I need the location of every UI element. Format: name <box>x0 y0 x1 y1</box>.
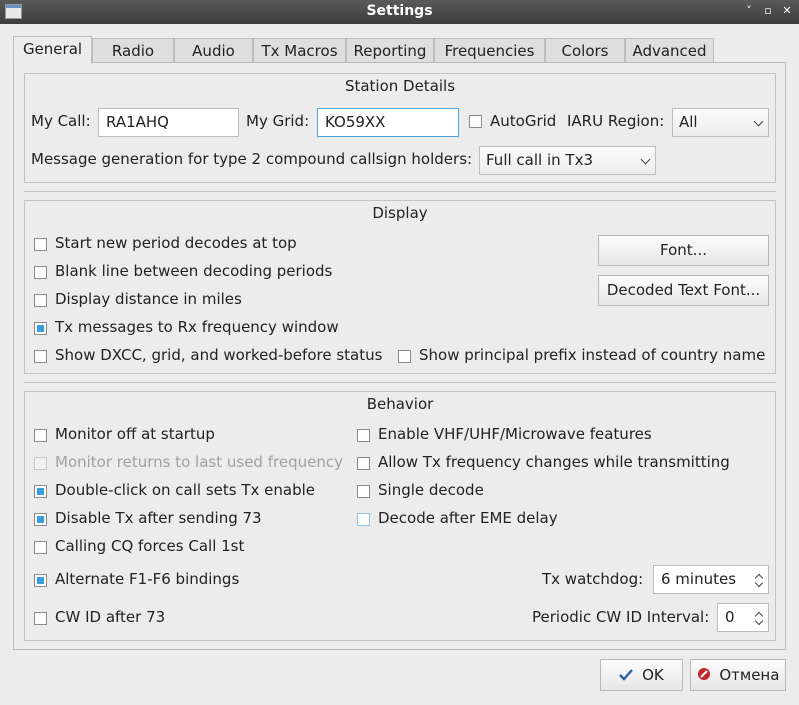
my-grid-input[interactable]: KO59XX <box>317 108 459 137</box>
allow-tx-freq-label: Allow Tx frequency changes while transmi… <box>378 453 730 471</box>
start-new-period-checkbox[interactable] <box>34 238 47 251</box>
general-panel: Station Details My Call: RA1AHQ My Grid:… <box>13 62 786 650</box>
decoded-text-font-button[interactable]: Decoded Text Font... <box>598 275 769 306</box>
ok-button[interactable]: OK <box>600 659 683 691</box>
cw-id-73-checkbox[interactable] <box>34 612 47 625</box>
tx-messages-rx-checkbox[interactable] <box>34 322 47 335</box>
check-icon <box>619 661 634 691</box>
tab-colors[interactable]: Colors <box>545 38 625 63</box>
cancel-icon <box>697 661 711 691</box>
chevron-down-icon[interactable] <box>754 578 764 588</box>
allow-tx-freq-checkbox[interactable] <box>357 457 370 470</box>
tab-audio[interactable]: Audio <box>174 38 253 63</box>
station-details-group: Station Details My Call: RA1AHQ My Grid:… <box>24 73 776 183</box>
close-button[interactable]: ✕ <box>780 4 794 18</box>
monitor-returns-checkbox <box>34 457 47 470</box>
chevron-down-icon <box>753 116 764 127</box>
tab-general[interactable]: General <box>13 36 92 64</box>
vhf-features-label: Enable VHF/UHF/Microwave features <box>378 425 652 443</box>
double-click-tx-label: Double-click on call sets Tx enable <box>55 481 316 499</box>
disable-tx-73-label: Disable Tx after sending 73 <box>55 509 262 527</box>
eme-delay-checkbox[interactable] <box>357 513 370 526</box>
distance-miles-checkbox[interactable] <box>34 294 47 307</box>
autogrid-checkbox[interactable] <box>469 115 482 128</box>
my-call-label: My Call: <box>31 112 91 130</box>
station-details-title: Station Details <box>344 77 456 95</box>
my-call-input[interactable]: RA1AHQ <box>98 108 239 137</box>
font-button[interactable]: Font... <box>598 235 769 266</box>
iaru-region-value: All <box>679 113 698 131</box>
tab-tx-macros[interactable]: Tx Macros <box>253 38 346 63</box>
show-dxcc-label: Show DXCC, grid, and worked-before statu… <box>55 346 383 364</box>
eme-delay-label: Decode after EME delay <box>378 509 558 527</box>
calling-cq-label: Calling CQ forces Call 1st <box>55 537 245 555</box>
my-grid-label: My Grid: <box>246 112 310 130</box>
iaru-region-select[interactable]: All <box>672 108 769 137</box>
separator <box>24 191 776 192</box>
autogrid-label: AutoGrid <box>490 112 557 130</box>
title-bar: Settings ˅ ▫ ✕ <box>0 0 799 24</box>
msg-gen-value: Full call in Tx3 <box>486 151 593 169</box>
window-title: Settings <box>366 3 433 19</box>
tab-advanced[interactable]: Advanced <box>625 38 714 63</box>
msg-gen-select[interactable]: Full call in Tx3 <box>479 146 656 175</box>
behavior-group: Behavior Monitor off at startup Monitor … <box>24 391 776 641</box>
display-group: Display Start new period decodes at top … <box>24 200 776 374</box>
tx-watchdog-spinbox[interactable]: 6 minutes <box>653 565 769 594</box>
tab-frequencies[interactable]: Frequencies <box>434 38 545 63</box>
disable-tx-73-checkbox[interactable] <box>34 513 47 526</box>
calling-cq-checkbox[interactable] <box>34 541 47 554</box>
monitor-returns-label: Monitor returns to last used frequency <box>55 453 343 471</box>
tab-reporting[interactable]: Reporting <box>346 38 434 63</box>
alternate-bindings-label: Alternate F1-F6 bindings <box>55 570 240 588</box>
cancel-button-label: Отмена <box>719 666 780 684</box>
blank-line-label: Blank line between decoding periods <box>55 262 333 280</box>
cw-interval-label: Periodic CW ID Interval: <box>532 608 710 626</box>
single-decode-label: Single decode <box>378 481 484 499</box>
chevron-down-icon[interactable] <box>754 616 764 626</box>
cw-interval-value: 0 <box>725 608 735 626</box>
start-new-period-label: Start new period decodes at top <box>55 234 297 252</box>
monitor-off-checkbox[interactable] <box>34 429 47 442</box>
cw-id-73-label: CW ID after 73 <box>55 608 166 626</box>
alternate-bindings-checkbox[interactable] <box>34 574 47 587</box>
blank-line-checkbox[interactable] <box>34 266 47 279</box>
vhf-features-checkbox[interactable] <box>357 429 370 442</box>
maximize-button[interactable]: ▫ <box>761 4 775 18</box>
msg-gen-label: Message generation for type 2 compound c… <box>31 150 473 168</box>
tx-watchdog-value: 6 minutes <box>661 570 737 588</box>
tab-radio[interactable]: Radio <box>92 38 174 63</box>
distance-miles-label: Display distance in miles <box>55 290 242 308</box>
monitor-off-label: Monitor off at startup <box>55 425 215 443</box>
single-decode-checkbox[interactable] <box>357 485 370 498</box>
minimize-button[interactable]: ˅ <box>742 4 756 18</box>
display-title: Display <box>372 204 428 222</box>
principal-prefix-checkbox[interactable] <box>398 350 411 363</box>
double-click-tx-checkbox[interactable] <box>34 485 47 498</box>
principal-prefix-label: Show principal prefix instead of country… <box>419 346 766 364</box>
ok-button-label: OK <box>642 666 664 684</box>
separator <box>24 382 776 383</box>
behavior-title: Behavior <box>366 395 434 413</box>
cw-interval-spinbox[interactable]: 0 <box>717 603 769 632</box>
tx-messages-rx-label: Tx messages to Rx frequency window <box>55 318 339 336</box>
cancel-button[interactable]: Отмена <box>690 659 786 691</box>
chevron-down-icon <box>640 154 651 165</box>
tx-watchdog-label: Tx watchdog: <box>542 570 644 588</box>
show-dxcc-checkbox[interactable] <box>34 350 47 363</box>
iaru-region-label: IARU Region: <box>567 112 665 130</box>
